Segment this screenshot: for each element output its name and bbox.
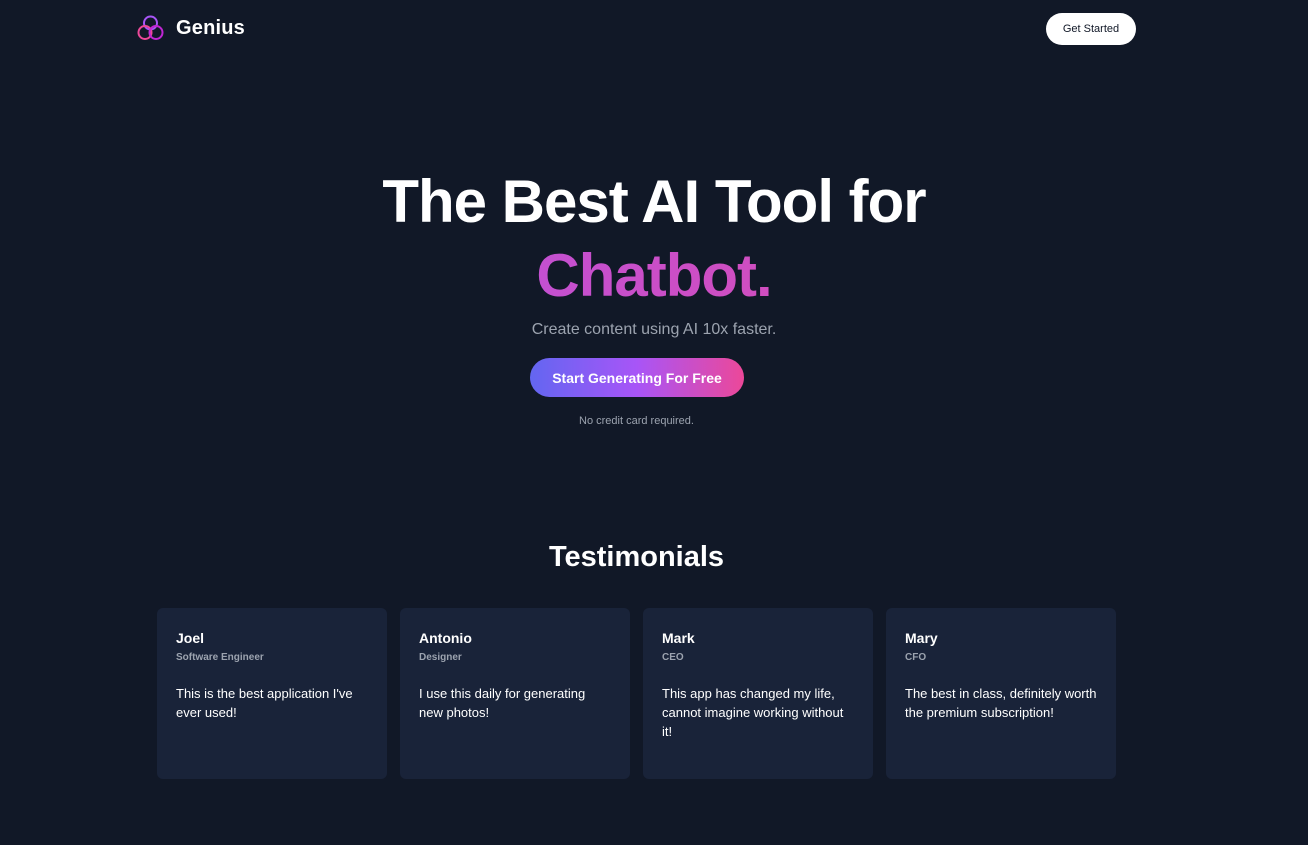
testimonial-text: I use this daily for generating new phot… — [419, 686, 586, 720]
get-started-button[interactable]: Get Started — [1046, 13, 1136, 45]
testimonial-role: CEO — [662, 652, 684, 663]
testimonial-card: Mary CFO The best in class, definitely w… — [886, 608, 1116, 779]
testimonial-role: CFO — [905, 652, 927, 663]
testimonial-role: Designer — [419, 652, 462, 663]
testimonial-text: This app has changed my life, cannot ima… — [662, 686, 844, 739]
testimonial-text: The best in class, definitely worth the … — [905, 686, 1097, 720]
testimonial-text: This is the best application I've ever u… — [176, 686, 353, 720]
testimonial-role: Software Engineer — [176, 652, 264, 663]
three-rings-logo-icon — [137, 15, 164, 40]
testimonial-name: Joel — [176, 630, 205, 646]
brand-logo-link[interactable]: Genius — [137, 14, 245, 42]
landing-page: Genius Get Started The Best AI Tool for … — [0, 0, 1308, 845]
no-credit-card-note: No credit card required. — [579, 415, 694, 427]
testimonials-title: Testimonials — [548, 541, 725, 573]
brand-name: Genius — [176, 16, 245, 39]
testimonial-cards: Joel Software Engineer This is the best … — [157, 608, 1116, 779]
hero-title-highlight: Chatbot. — [0, 239, 1308, 313]
testimonial-card: Antonio Designer I use this daily for ge… — [400, 608, 630, 779]
hero-title-line1: The Best AI Tool for — [382, 168, 926, 235]
testimonial-name: Antonio — [419, 630, 472, 646]
testimonial-card: Mark CEO This app has changed my life, c… — [643, 608, 873, 779]
navbar: Genius Get Started — [0, 0, 1308, 58]
testimonial-name: Mary — [905, 630, 938, 646]
hero-title: The Best AI Tool for Chatbot. — [0, 165, 1308, 313]
start-generating-button[interactable]: Start Generating For Free — [530, 358, 744, 397]
testimonial-card: Joel Software Engineer This is the best … — [157, 608, 387, 779]
hero-subtitle: Create content using AI 10x faster. — [531, 321, 777, 338]
testimonial-name: Mark — [662, 630, 695, 646]
